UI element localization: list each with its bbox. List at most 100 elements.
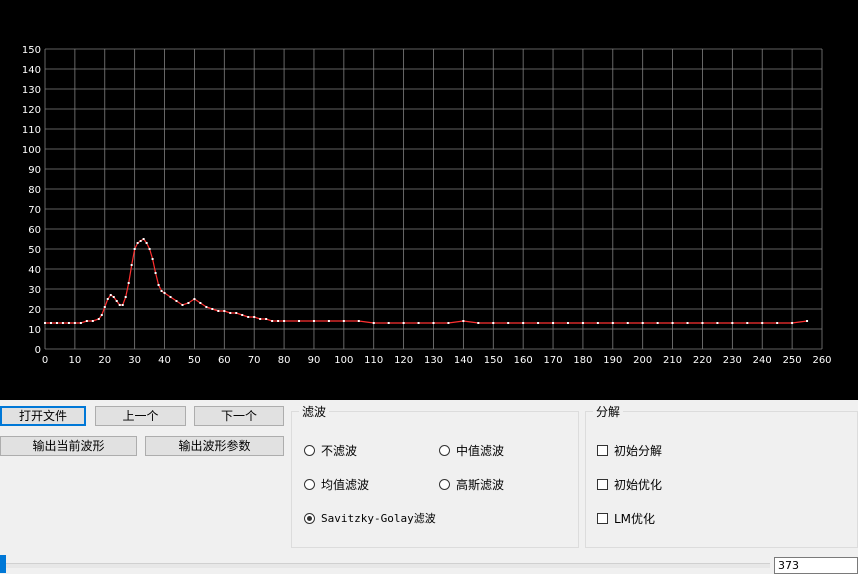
- data-point: [211, 308, 214, 310]
- data-point: [73, 322, 76, 324]
- y-tick-label: 110: [22, 125, 41, 136]
- x-tick-label: 60: [218, 355, 231, 366]
- data-point: [157, 284, 160, 286]
- x-tick-label: 220: [693, 355, 712, 366]
- data-point: [492, 322, 495, 324]
- export-waveform-button[interactable]: 输出当前波形: [0, 436, 137, 456]
- data-point: [67, 322, 70, 324]
- data-point: [130, 264, 133, 266]
- data-point: [85, 320, 88, 322]
- y-tick-label: 10: [28, 325, 41, 336]
- data-point: [357, 320, 360, 322]
- data-point: [136, 242, 139, 244]
- x-tick-label: 120: [394, 355, 413, 366]
- radio-icon: [304, 512, 315, 524]
- data-point: [462, 320, 465, 322]
- open-file-button[interactable]: 打开文件: [0, 406, 86, 426]
- data-point: [163, 292, 166, 294]
- x-tick-label: 260: [812, 355, 831, 366]
- y-tick-label: 130: [22, 85, 41, 96]
- data-point: [566, 322, 569, 324]
- x-tick-label: 30: [128, 355, 141, 366]
- data-point: [112, 296, 115, 298]
- prev-button[interactable]: 上一个: [95, 406, 186, 426]
- frame-slider-thumb[interactable]: [0, 555, 6, 573]
- data-point: [701, 322, 704, 324]
- data-point: [106, 298, 109, 300]
- y-tick-label: 60: [28, 225, 41, 236]
- radio-no-filter[interactable]: 不滤波: [304, 442, 357, 459]
- data-point: [133, 248, 136, 250]
- data-point: [298, 320, 301, 322]
- data-point: [791, 322, 794, 324]
- data-point: [626, 322, 629, 324]
- data-point: [139, 240, 142, 242]
- data-point: [181, 304, 184, 306]
- data-point: [671, 322, 674, 324]
- x-tick-label: 90: [308, 355, 321, 366]
- data-point: [217, 310, 220, 312]
- data-point: [342, 320, 345, 322]
- x-tick-label: 200: [633, 355, 652, 366]
- radio-label: 中值滤波: [456, 444, 505, 458]
- data-point: [187, 302, 190, 304]
- x-tick-label: 70: [248, 355, 261, 366]
- filter-group-title: 滤波: [299, 403, 330, 420]
- checkbox-icon: [597, 479, 608, 490]
- data-point: [432, 322, 435, 324]
- checkbox-lm-optimize[interactable]: LM优化: [597, 510, 655, 527]
- x-tick-label: 0: [42, 355, 48, 366]
- x-tick-label: 40: [158, 355, 171, 366]
- y-tick-label: 150: [22, 45, 41, 56]
- data-point: [160, 290, 163, 292]
- frame-slider-track[interactable]: [0, 563, 770, 568]
- y-tick-label: 80: [28, 185, 41, 196]
- data-point: [611, 322, 614, 324]
- data-point: [271, 320, 274, 322]
- checkbox-label: 初始分解: [614, 444, 663, 458]
- y-tick-label: 50: [28, 245, 41, 256]
- data-point: [148, 248, 151, 250]
- data-point: [193, 298, 196, 300]
- export-params-button[interactable]: 输出波形参数: [145, 436, 284, 456]
- data-point: [761, 322, 764, 324]
- checkbox-label: 初始优化: [614, 478, 663, 492]
- data-point: [115, 300, 118, 302]
- radio-median-filter[interactable]: 中值滤波: [439, 442, 504, 459]
- data-point: [124, 296, 127, 298]
- checkbox-initial-decomp[interactable]: 初始分解: [597, 442, 662, 459]
- radio-mean-filter[interactable]: 均值滤波: [304, 476, 369, 493]
- data-point: [596, 322, 599, 324]
- data-point: [247, 316, 250, 318]
- frame-index-input[interactable]: 373: [774, 557, 858, 574]
- data-point: [253, 316, 256, 318]
- data-point: [716, 322, 719, 324]
- data-point: [477, 322, 480, 324]
- data-point: [154, 272, 157, 274]
- next-button[interactable]: 下一个: [194, 406, 284, 426]
- data-point: [265, 318, 268, 320]
- data-point: [109, 294, 112, 296]
- radio-gaussian-filter[interactable]: 高斯滤波: [439, 476, 504, 493]
- x-tick-label: 80: [278, 355, 291, 366]
- data-point: [537, 322, 540, 324]
- radio-savgol-filter[interactable]: Savitzky-Golay滤波: [304, 510, 436, 526]
- data-point: [223, 310, 226, 312]
- checkbox-initial-optimize[interactable]: 初始优化: [597, 476, 662, 493]
- x-tick-label: 50: [188, 355, 201, 366]
- waveform-chart: 0 10 20 30 40 50 60 70 80 90 100 110 120 130 140 150 160…: [0, 0, 858, 400]
- data-point: [806, 320, 809, 322]
- data-point: [55, 322, 58, 324]
- radio-icon: [439, 479, 450, 490]
- data-point: [283, 320, 286, 322]
- y-tick-label: 40: [28, 265, 41, 276]
- data-point: [507, 322, 510, 324]
- x-tick-label: 110: [364, 355, 383, 366]
- y-tick-label: 70: [28, 205, 41, 216]
- data-point: [118, 304, 121, 306]
- x-tick-label: 160: [514, 355, 533, 366]
- data-point: [259, 318, 262, 320]
- y-tick-label: 140: [22, 65, 41, 76]
- data-point: [641, 322, 644, 324]
- data-point: [552, 322, 555, 324]
